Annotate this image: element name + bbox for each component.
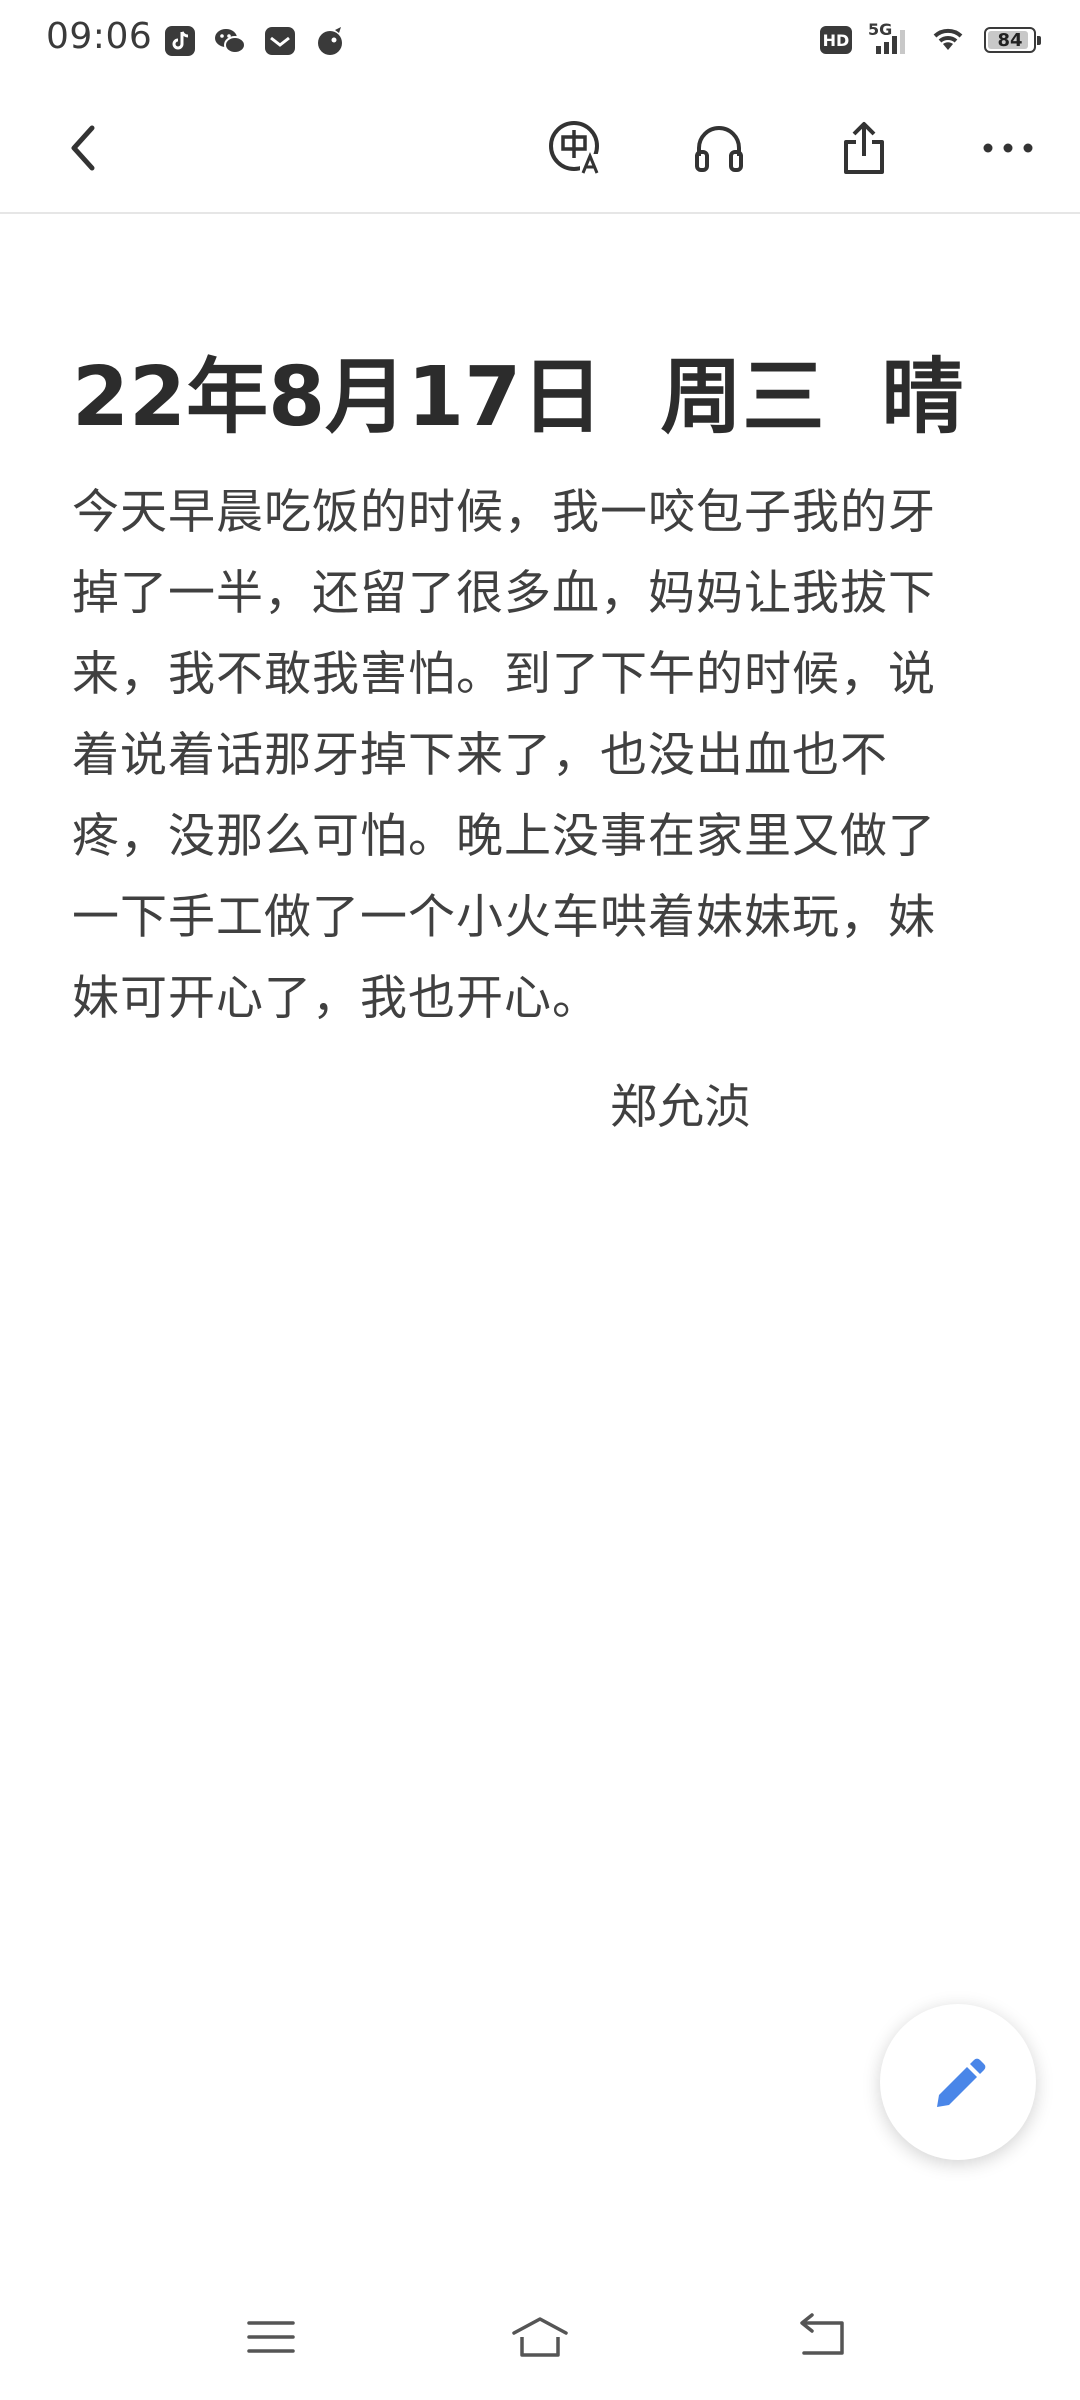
recent-apps-button[interactable]	[231, 2302, 311, 2372]
status-right: HD 5G 84	[820, 20, 1041, 58]
note-title[interactable]: 22年8月17日 周三 晴	[72, 330, 963, 449]
back-nav-button[interactable]	[782, 2302, 862, 2372]
listen-button[interactable]	[683, 112, 755, 184]
notification-icons	[163, 24, 347, 62]
note-body[interactable]: 今天早晨吃饭的时候，我一咬包子我的牙掉了一半，还留了很多血，妈妈让我拔下来，我不…	[72, 472, 972, 1039]
translate-icon	[549, 121, 600, 174]
home-icon	[512, 2317, 568, 2357]
status-time: 09:06	[46, 16, 153, 57]
share-button[interactable]	[828, 112, 900, 184]
home-button[interactable]	[500, 2302, 580, 2372]
battery-icon: 84	[984, 27, 1041, 53]
back-arrow-icon	[800, 2313, 844, 2355]
share-icon	[844, 122, 884, 174]
status-bar: 09:06 HD 5G 84	[0, 0, 1080, 82]
bird-app-icon	[313, 24, 347, 62]
edit-button[interactable]	[880, 2004, 1036, 2160]
wechat-icon	[213, 24, 247, 62]
note-toolbar	[0, 82, 1080, 214]
system-nav-bar	[0, 2292, 1080, 2382]
mail-app-icon	[263, 24, 297, 62]
hd-badge: HD	[820, 26, 852, 54]
tiktok-icon	[163, 24, 197, 62]
note-signature[interactable]: 郑允浈	[610, 1068, 751, 1137]
translate-button[interactable]	[540, 112, 612, 184]
signal-icon: 5G	[868, 20, 912, 58]
wifi-icon	[928, 22, 968, 58]
chevron-left-icon	[71, 125, 95, 171]
battery-level: 84	[997, 29, 1023, 51]
back-button[interactable]	[48, 112, 120, 184]
more-button[interactable]	[972, 112, 1044, 184]
menu-icon	[247, 2321, 295, 2353]
pencil-icon	[937, 2058, 986, 2107]
headphones-icon	[695, 126, 743, 172]
more-icon	[983, 143, 1033, 153]
